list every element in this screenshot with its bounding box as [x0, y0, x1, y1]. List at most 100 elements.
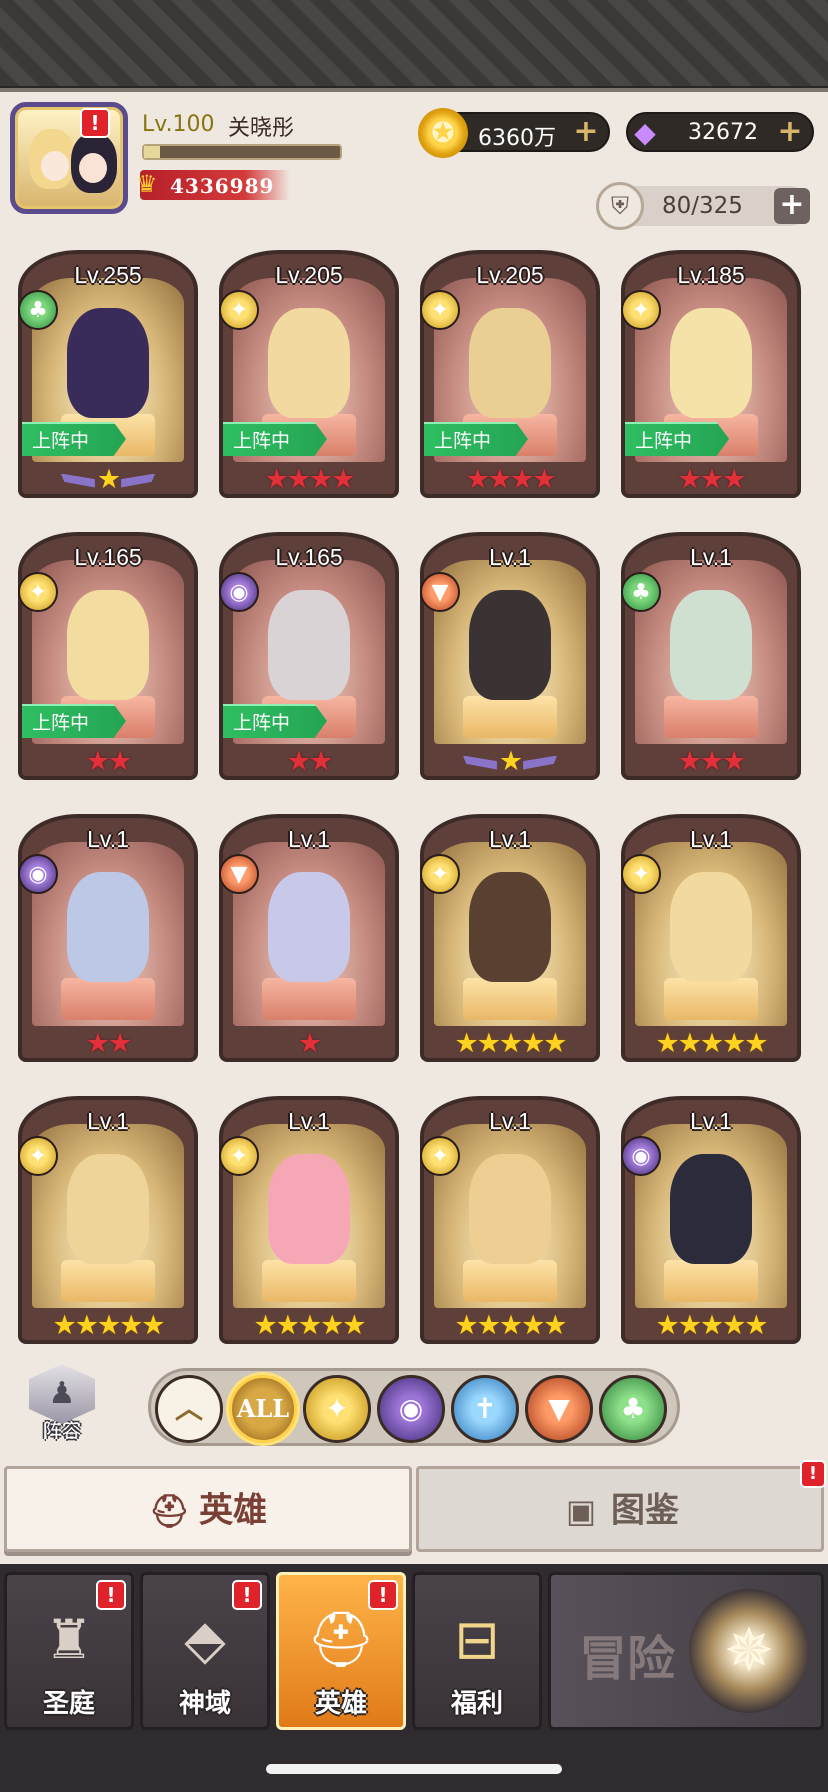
- add-gem-button[interactable]: +: [776, 117, 804, 147]
- hero-pedestal: [664, 696, 758, 738]
- sun-emblem-icon: ✦: [420, 290, 460, 330]
- combat-power-value: 4336989: [170, 174, 275, 198]
- hero-card[interactable]: Lv.1 ✦ ★★★★★: [414, 1096, 606, 1345]
- player-avatar[interactable]: [10, 102, 128, 214]
- bottom-navigation: ♜ 圣庭 ! ⬘ 神域 ! ⛑ 英雄 ! ⊟ 福利 冒险 ✵: [0, 1564, 828, 1792]
- deployed-tag: 上阵中: [223, 422, 327, 456]
- nav-adventure[interactable]: 冒险 ✵: [548, 1572, 824, 1730]
- hero-level: Lv.165: [74, 544, 142, 570]
- fox-icon: ▼: [548, 1392, 570, 1425]
- crown-icon: ♛: [136, 170, 158, 198]
- gold-amount: 6360万: [478, 126, 556, 151]
- tab-heroes-label: 英雄: [199, 1490, 267, 1531]
- star-rating: ★★★★★: [655, 1028, 768, 1059]
- sun-emblem-icon: ✦: [420, 1136, 460, 1176]
- star-rating: ★★: [85, 746, 132, 777]
- hero-pedestal: [61, 1260, 155, 1302]
- hero-tabs: ⛑ 英雄 ▣ 图鉴 !: [0, 1460, 828, 1558]
- nav-welfare[interactable]: ⊟ 福利: [412, 1572, 542, 1730]
- hero-grid: Lv.255 ♣ 上阵中 ★ Lv.205 ✦ 上阵中 ★★★★ Lv.205 ✦ 上阵中 ★★★★ L…: [12, 250, 816, 1345]
- gem-amount: 32672: [688, 120, 758, 145]
- hero-card[interactable]: Lv.205 ✦ 上阵中 ★★★★: [414, 250, 606, 510]
- hero-pedestal: [664, 978, 758, 1020]
- book-star-icon: ▣: [565, 1491, 597, 1530]
- add-gold-button[interactable]: +: [572, 117, 600, 147]
- filter-beast-button[interactable]: ▼: [525, 1375, 593, 1443]
- deployed-tag: 上阵中: [424, 422, 528, 456]
- hero-pedestal: [463, 1260, 557, 1302]
- hero-pedestal: [463, 978, 557, 1020]
- hero-card[interactable]: Lv.1 ◉ ★★★★★: [615, 1096, 807, 1345]
- hero-card[interactable]: Lv.1 ▼ ★: [414, 532, 606, 792]
- hero-card[interactable]: Lv.1 ▼ ★: [213, 814, 405, 1074]
- nav-welfare-label: 福利: [450, 1689, 503, 1719]
- hero-level: Lv.1: [288, 1108, 330, 1134]
- hero-level: Lv.1: [690, 1108, 732, 1134]
- hero-portrait: [268, 590, 350, 700]
- codex-alert-badge: !: [800, 1460, 826, 1488]
- heroes-alert-badge: !: [368, 1580, 398, 1610]
- court-alert-badge: !: [96, 1580, 126, 1610]
- hero-level: Lv.1: [288, 826, 330, 852]
- hero-card[interactable]: Lv.1 ◉ ★★: [12, 814, 204, 1074]
- hero-card[interactable]: Lv.185 ✦ 上阵中 ★★★: [615, 250, 807, 510]
- hero-portrait: [67, 590, 149, 700]
- chess-pawn-icon: ♟: [29, 1364, 95, 1424]
- hero-level: Lv.165: [275, 544, 343, 570]
- hero-card[interactable]: Lv.1 ♣ ★★★: [615, 532, 807, 792]
- hero-portrait: [670, 872, 752, 982]
- sun-emblem-icon: ✦: [420, 854, 460, 894]
- castle-icon: ♜: [44, 1608, 94, 1671]
- star-rating: ★★: [85, 1028, 132, 1059]
- filter-nature-button[interactable]: ♣: [599, 1375, 667, 1443]
- hero-card[interactable]: Lv.255 ♣ 上阵中 ★: [12, 250, 204, 510]
- treasure-chest-icon: ⊟: [454, 1608, 500, 1671]
- compass-icon: ✵: [689, 1589, 809, 1713]
- star-rating: ★★★★★: [253, 1310, 366, 1341]
- hero-card[interactable]: Lv.1 ✦ ★★★★★: [12, 1096, 204, 1345]
- crystal-shrine-icon: ⬘: [184, 1608, 226, 1671]
- hero-card[interactable]: Lv.165 ◉ 上阵中 ★★: [213, 532, 405, 792]
- demon-eye-icon: ◉: [621, 1136, 661, 1176]
- collapse-filter-button[interactable]: ︿: [155, 1375, 223, 1443]
- demon-eye-icon: ◉: [219, 572, 259, 612]
- hero-level: Lv.205: [476, 262, 544, 288]
- lineup-button[interactable]: ♟ 阵容: [24, 1364, 100, 1450]
- hero-card[interactable]: Lv.1 ✦ ★★★★★: [213, 1096, 405, 1345]
- hero-card[interactable]: Lv.165 ✦ 上阵中 ★★: [12, 532, 204, 792]
- sun-emblem-icon: ✦: [219, 290, 259, 330]
- hero-portrait: [67, 308, 149, 418]
- tree-icon: ♣: [18, 290, 58, 330]
- hero-card[interactable]: Lv.205 ✦ 上阵中 ★★★★: [213, 250, 405, 510]
- hero-pedestal: [262, 978, 356, 1020]
- sun-emblem-icon: ✦: [18, 572, 58, 612]
- hero-card[interactable]: Lv.1 ✦ ★★★★★: [615, 814, 807, 1074]
- filter-all-button[interactable]: ALL: [229, 1375, 297, 1443]
- hero-pedestal: [664, 1260, 758, 1302]
- star-rating: ★★★★: [264, 464, 356, 495]
- star-rating: ★★★★★: [454, 1028, 567, 1059]
- player-level: Lv.100: [142, 112, 215, 137]
- filter-holy-button[interactable]: ✝: [451, 1375, 519, 1443]
- hero-card[interactable]: Lv.1 ✦ ★★★★★: [414, 814, 606, 1074]
- deployed-tag: 上阵中: [22, 422, 126, 456]
- tab-heroes[interactable]: ⛑ 英雄: [4, 1466, 412, 1552]
- sun-emblem-icon: ✦: [219, 1136, 259, 1176]
- xp-progress-bar: [142, 144, 342, 160]
- filter-light-button[interactable]: ✦: [303, 1375, 371, 1443]
- hero-portrait: [268, 872, 350, 982]
- hero-portrait: [469, 308, 551, 418]
- expand-capacity-button[interactable]: +: [774, 188, 810, 224]
- hero-portrait: [67, 872, 149, 982]
- nav-realm-label: 神域: [178, 1689, 231, 1719]
- gem-currency: ◆ 32672 +: [626, 112, 814, 152]
- tree-icon: ♣: [621, 572, 661, 612]
- star-rating: ★★★★★: [454, 1310, 567, 1341]
- sun-wings-icon: ✦: [325, 1392, 349, 1425]
- deployed-tag: 上阵中: [223, 704, 327, 738]
- hero-portrait: [469, 1154, 551, 1264]
- tab-codex[interactable]: ▣ 图鉴: [416, 1466, 824, 1552]
- filter-dark-button[interactable]: ◉: [377, 1375, 445, 1443]
- hero-capacity-value: 80/325: [662, 193, 743, 219]
- star-rating: ★★: [286, 746, 333, 777]
